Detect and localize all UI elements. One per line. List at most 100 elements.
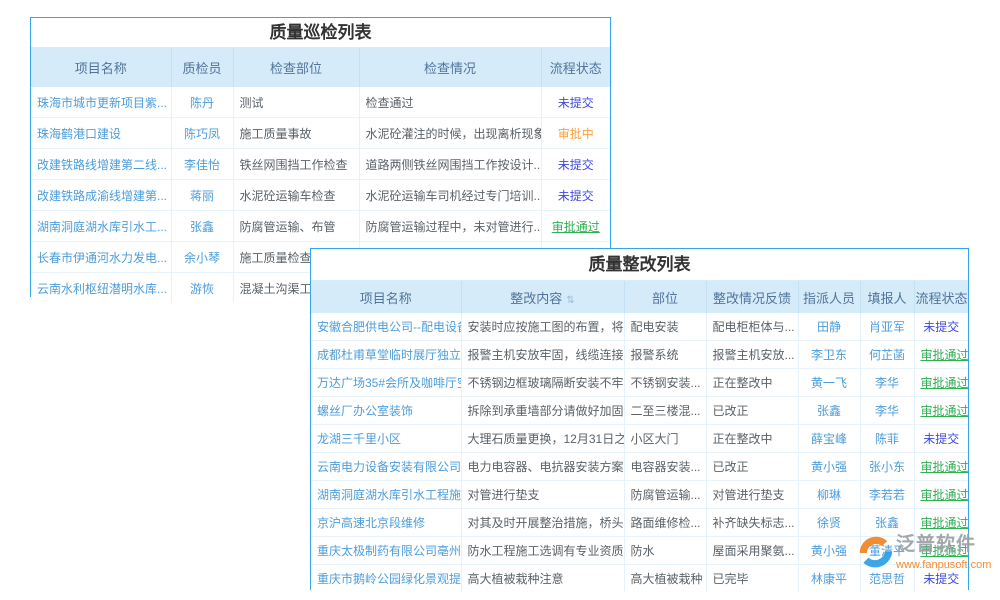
inspection-table-title: 质量巡检列表 (31, 18, 610, 48)
inspector-link[interactable]: 余小琴 (171, 242, 233, 273)
column-header: 项目名称 (311, 281, 461, 313)
rectification-part: 报警系统 (624, 341, 706, 369)
column-header: 流程状态 (914, 281, 968, 313)
workflow-status[interactable]: 未提交 (914, 313, 968, 341)
project-name-link[interactable]: 京沪高速北京段维修 (311, 509, 461, 537)
column-header: 整改情况反馈 (706, 281, 798, 313)
assignee-link[interactable]: 黄小强 (798, 537, 860, 565)
inspection-detail: 防腐管运输过程中，未对管进行... (359, 211, 541, 242)
rectification-content: 大理石质量更换，12月31日之... (461, 425, 624, 453)
table-row: 珠海鹤港口建设陈巧凤施工质量事故水泥砼灌注的时候，出现离析现象审批中 (31, 118, 610, 149)
column-header[interactable]: 整改内容⇅ (461, 281, 624, 313)
inspection-detail: 水泥砼灌注的时候，出现离析现象 (359, 118, 541, 149)
assignee-link[interactable]: 李卫东 (798, 341, 860, 369)
workflow-status[interactable]: 审批中 (541, 118, 610, 149)
inspector-link[interactable]: 陈丹 (171, 87, 233, 118)
rectification-part: 二至三楼混... (624, 397, 706, 425)
workflow-status[interactable]: 审批通过 (914, 453, 968, 481)
table-row: 安徽合肥供电公司--配电设备...安装时应按施工图的布置，将...配电安装配电柜… (311, 313, 968, 341)
rectification-table-title: 质量整改列表 (311, 249, 968, 281)
assignee-link[interactable]: 黄一飞 (798, 369, 860, 397)
reporter-link[interactable]: 张小东 (860, 453, 914, 481)
reporter-link[interactable]: 何芷菡 (860, 341, 914, 369)
rectification-feedback: 已改正 (706, 397, 798, 425)
assignee-link[interactable]: 柳琳 (798, 481, 860, 509)
rectification-content: 安装时应按施工图的布置，将... (461, 313, 624, 341)
inspection-part: 防腐管运输、布管 (233, 211, 359, 242)
inspection-part: 水泥砼运输车检查 (233, 180, 359, 211)
reporter-link[interactable]: 李若若 (860, 481, 914, 509)
project-name-link[interactable]: 云南水利枢纽潜明水库... (31, 273, 171, 304)
assignee-link[interactable]: 徐贤 (798, 509, 860, 537)
inspector-link[interactable]: 陈巧凤 (171, 118, 233, 149)
reporter-link[interactable]: 李华 (860, 369, 914, 397)
workflow-status[interactable]: 未提交 (541, 87, 610, 118)
project-name-link[interactable]: 改建铁路成渝线增建第... (31, 180, 171, 211)
project-name-link[interactable]: 湖南洞庭湖水库引水工程施工标 (311, 481, 461, 509)
rectification-part: 不锈钢安装... (624, 369, 706, 397)
inspection-detail: 水泥砼运输车司机经过专门培训... (359, 180, 541, 211)
project-name-link[interactable]: 安徽合肥供电公司--配电设备... (311, 313, 461, 341)
rectification-part: 高大植被栽种 (624, 565, 706, 593)
workflow-status[interactable]: 审批通过 (914, 341, 968, 369)
project-name-link[interactable]: 龙湖三千里小区 (311, 425, 461, 453)
rectification-feedback: 补齐缺失标志... (706, 509, 798, 537)
rectification-content: 对管进行垫支 (461, 481, 624, 509)
rectification-feedback: 已改正 (706, 453, 798, 481)
assignee-link[interactable]: 黄小强 (798, 453, 860, 481)
reporter-link[interactable]: 李华 (860, 397, 914, 425)
project-name-link[interactable]: 改建铁路线增建第二线... (31, 149, 171, 180)
rectification-feedback: 正在整改中 (706, 425, 798, 453)
rectification-feedback: 已完毕 (706, 565, 798, 593)
workflow-status[interactable]: 审批通过 (914, 481, 968, 509)
project-name-link[interactable]: 螺丝厂办公室装饰 (311, 397, 461, 425)
project-name-link[interactable]: 万达广场35#会所及咖啡厅空... (311, 369, 461, 397)
workflow-status[interactable]: 审批通过 (914, 369, 968, 397)
fanpu-logo: 泛普软件 www.fanpusoft.com (858, 531, 988, 587)
project-name-link[interactable]: 云南电力设备安装有限公司20... (311, 453, 461, 481)
inspector-link[interactable]: 李佳怡 (171, 149, 233, 180)
project-name-link[interactable]: 重庆太极制药有限公司亳州中... (311, 537, 461, 565)
project-name-link[interactable]: 珠海鹤港口建设 (31, 118, 171, 149)
fanpu-logo-url: www.fanpusoft.com (896, 559, 991, 571)
assignee-link[interactable]: 田静 (798, 313, 860, 341)
rectification-content: 高大植被栽种注意 (461, 565, 624, 593)
reporter-link[interactable]: 陈菲 (860, 425, 914, 453)
fanpu-logo-icon (858, 535, 894, 571)
project-name-link[interactable]: 珠海市城市更新项目紫... (31, 87, 171, 118)
project-name-link[interactable]: 成都杜甫草堂临时展厅独立展... (311, 341, 461, 369)
fanpu-logo-name: 泛普软件 (896, 531, 991, 559)
table-row: 成都杜甫草堂临时展厅独立展...报警主机安放牢固，线缆连接...报警系统报警主机… (311, 341, 968, 369)
table-row: 云南电力设备安装有限公司20...电力电容器、电抗器安装方案,...电容器安装.… (311, 453, 968, 481)
column-header: 质检员 (171, 48, 233, 87)
workflow-status[interactable]: 未提交 (541, 149, 610, 180)
reporter-link[interactable]: 肖亚军 (860, 313, 914, 341)
table-row: 改建铁路成渝线增建第...蒋丽水泥砼运输车检查水泥砼运输车司机经过专门培训...… (31, 180, 610, 211)
inspector-link[interactable]: 张鑫 (171, 211, 233, 242)
rectification-part: 防腐管运输... (624, 481, 706, 509)
fanpu-logo-text: 泛普软件 www.fanpusoft.com (896, 531, 991, 571)
inspection-part: 铁丝网围挡工作检查 (233, 149, 359, 180)
workflow-status[interactable]: 审批通过 (541, 211, 610, 242)
rectification-feedback: 屋面采用聚氨... (706, 537, 798, 565)
inspector-link[interactable]: 游恢 (171, 273, 233, 304)
project-name-link[interactable]: 重庆市鹅岭公园绿化景观提升... (311, 565, 461, 593)
assignee-link[interactable]: 薛宝峰 (798, 425, 860, 453)
project-name-link[interactable]: 长春市伊通河水力发电... (31, 242, 171, 273)
rectification-header-row: 项目名称整改内容⇅部位整改情况反馈指派人员填报人流程状态 (311, 281, 968, 313)
rectification-part: 路面维修检... (624, 509, 706, 537)
rectification-content: 不锈钢边框玻璃隔断安装不牢... (461, 369, 624, 397)
project-name-link[interactable]: 湖南洞庭湖水库引水工... (31, 211, 171, 242)
rectification-feedback: 正在整改中 (706, 369, 798, 397)
table-row: 万达广场35#会所及咖啡厅空...不锈钢边框玻璃隔断安装不牢...不锈钢安装..… (311, 369, 968, 397)
workflow-status[interactable]: 未提交 (541, 180, 610, 211)
inspector-link[interactable]: 蒋丽 (171, 180, 233, 211)
workflow-status[interactable]: 审批通过 (914, 397, 968, 425)
sort-icon[interactable]: ⇅ (566, 295, 574, 306)
inspection-part: 测试 (233, 87, 359, 118)
workflow-status[interactable]: 未提交 (914, 425, 968, 453)
rectification-part: 小区大门 (624, 425, 706, 453)
rectification-content: 报警主机安放牢固，线缆连接... (461, 341, 624, 369)
assignee-link[interactable]: 林康平 (798, 565, 860, 593)
assignee-link[interactable]: 张鑫 (798, 397, 860, 425)
